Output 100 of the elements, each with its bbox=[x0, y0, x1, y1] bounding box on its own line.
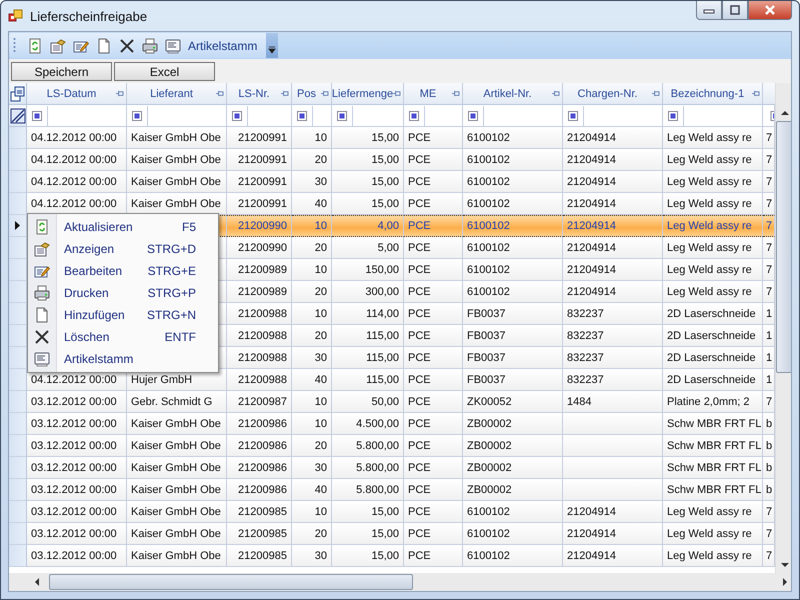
filter-clear-icon[interactable] bbox=[10, 108, 26, 124]
pin-icon[interactable] bbox=[280, 90, 289, 97]
scroll-right-icon[interactable] bbox=[781, 578, 789, 586]
scroll-thumb[interactable] bbox=[776, 121, 791, 373]
column-header[interactable]: LS-Datum bbox=[27, 83, 127, 105]
filter-operator-icon[interactable] bbox=[568, 110, 578, 120]
table-cell: Leg Weld assy re bbox=[663, 237, 763, 259]
table-cell: 15,00 bbox=[332, 545, 404, 567]
menu-item[interactable]: Artikelstamm bbox=[28, 348, 218, 370]
toolbar-button[interactable]: Artikelstamm bbox=[186, 38, 264, 52]
scroll-down-icon[interactable] bbox=[780, 561, 788, 569]
scroll-up-icon[interactable] bbox=[780, 109, 788, 117]
column-header[interactable]: ME bbox=[404, 83, 463, 105]
horizontal-scrollbar[interactable] bbox=[9, 573, 791, 591]
current-row-icon bbox=[15, 221, 20, 230]
table-cell: 21200986 bbox=[227, 435, 292, 457]
table-cell: 6100102 bbox=[463, 281, 563, 303]
table-cell: PCE bbox=[404, 479, 463, 501]
menu-item[interactable]: Drucken STRG+P bbox=[28, 282, 218, 304]
filter-operator-icon[interactable] bbox=[468, 110, 478, 120]
maximize-icon bbox=[729, 5, 741, 15]
action-button[interactable]: Speichern bbox=[11, 62, 112, 81]
table-cell: Leg Weld assy re bbox=[663, 127, 763, 149]
table-cell: Gebr. Schmidt G bbox=[127, 391, 227, 413]
column-header[interactable]: Artikel-Nr. bbox=[463, 83, 563, 105]
filter-operator-icon[interactable] bbox=[232, 110, 242, 120]
table-cell: b bbox=[763, 435, 775, 457]
column-header[interactable] bbox=[763, 83, 775, 105]
pin-icon[interactable] bbox=[215, 90, 224, 97]
table-cell: 03.12.2012 00:00 bbox=[27, 457, 127, 479]
table-cell: Leg Weld assy re bbox=[663, 193, 763, 215]
scroll-left-icon[interactable] bbox=[33, 578, 41, 586]
pin-icon[interactable] bbox=[451, 90, 460, 97]
table-cell: 115,00 bbox=[332, 347, 404, 369]
table-cell: b bbox=[763, 479, 775, 501]
table-cell: Leg Weld assy re bbox=[663, 545, 763, 567]
pin-icon[interactable] bbox=[320, 90, 329, 97]
overflow-button[interactable] bbox=[266, 33, 278, 58]
column-header[interactable]: LS-Nr. bbox=[227, 83, 292, 105]
maximize-button[interactable] bbox=[722, 1, 748, 20]
table-cell: PCE bbox=[404, 237, 463, 259]
filter-operator-icon[interactable] bbox=[668, 110, 678, 120]
table-cell: 2D Laserschneide bbox=[663, 325, 763, 347]
table-cell: 6100102 bbox=[463, 127, 563, 149]
pin-icon[interactable] bbox=[551, 90, 560, 97]
table-cell: 7 bbox=[763, 237, 775, 259]
table-cell: 15,00 bbox=[332, 149, 404, 171]
pin-icon[interactable] bbox=[392, 90, 401, 97]
minimize-button[interactable] bbox=[696, 1, 722, 20]
table-cell: 40 bbox=[292, 479, 332, 501]
column-header[interactable]: Lieferant bbox=[127, 83, 227, 105]
table-cell: 21204914 bbox=[563, 149, 663, 171]
pin-icon[interactable] bbox=[751, 90, 760, 97]
vertical-scrollbar[interactable] bbox=[775, 83, 791, 573]
table-cell: 21204914 bbox=[563, 215, 663, 237]
pin-icon[interactable] bbox=[115, 90, 124, 97]
menu-item[interactable]: Löschen ENTF bbox=[28, 326, 218, 348]
table-cell: 7 bbox=[763, 171, 775, 193]
table-cell: 10 bbox=[292, 259, 332, 281]
filter-operator-icon[interactable] bbox=[337, 110, 347, 120]
column-header[interactable]: Bezeichnung-1 bbox=[663, 83, 763, 105]
menu-item[interactable]: Aktualisieren F5 bbox=[28, 216, 218, 238]
pin-icon[interactable] bbox=[651, 90, 660, 97]
table-cell: 7 bbox=[763, 391, 775, 413]
table-cell: PCE bbox=[404, 325, 463, 347]
table-cell: 04.12.2012 00:00 bbox=[27, 127, 127, 149]
table-cell: PCE bbox=[404, 127, 463, 149]
menu-item[interactable]: Bearbeiten STRG+E bbox=[28, 260, 218, 282]
table-cell: 6100102 bbox=[463, 259, 563, 281]
row-selector[interactable] bbox=[9, 215, 27, 237]
table-cell: PCE bbox=[404, 303, 463, 325]
column-header[interactable]: Chargen-Nr. bbox=[563, 83, 663, 105]
table-cell: Leg Weld assy re bbox=[663, 259, 763, 281]
filter-operator-icon[interactable] bbox=[132, 110, 142, 120]
table-cell: Leg Weld assy re bbox=[663, 149, 763, 171]
column-header[interactable]: Pos bbox=[292, 83, 332, 105]
table-cell: 6100102 bbox=[463, 237, 563, 259]
table-cell: 7 bbox=[763, 281, 775, 303]
filter-operator-icon[interactable] bbox=[297, 110, 307, 120]
close-button[interactable] bbox=[748, 1, 792, 20]
column-chooser-icon[interactable] bbox=[10, 86, 26, 102]
action-button[interactable]: Excel bbox=[114, 62, 215, 81]
app-icon bbox=[8, 8, 24, 24]
filter-operator-icon[interactable] bbox=[32, 110, 42, 120]
table-cell: PCE bbox=[404, 215, 463, 237]
table-cell: Kaiser GmbH Obe bbox=[127, 149, 227, 171]
table-cell: 10 bbox=[292, 303, 332, 325]
table-cell: 300,00 bbox=[332, 281, 404, 303]
menu-item[interactable]: Hinzufügen STRG+N bbox=[28, 304, 218, 326]
table-cell: 30 bbox=[292, 545, 332, 567]
grip-icon[interactable] bbox=[13, 36, 16, 54]
table-cell: 7 bbox=[763, 127, 775, 149]
menu-item[interactable]: Anzeigen STRG+D bbox=[28, 238, 218, 260]
table-cell: 40 bbox=[292, 369, 332, 391]
table-cell: Leg Weld assy re bbox=[663, 523, 763, 545]
table-cell: 30 bbox=[292, 171, 332, 193]
scroll-thumb[interactable] bbox=[49, 574, 413, 590]
filter-operator-icon[interactable] bbox=[409, 110, 419, 120]
column-header[interactable]: Liefermenge bbox=[332, 83, 404, 105]
delete-icon bbox=[34, 329, 50, 345]
